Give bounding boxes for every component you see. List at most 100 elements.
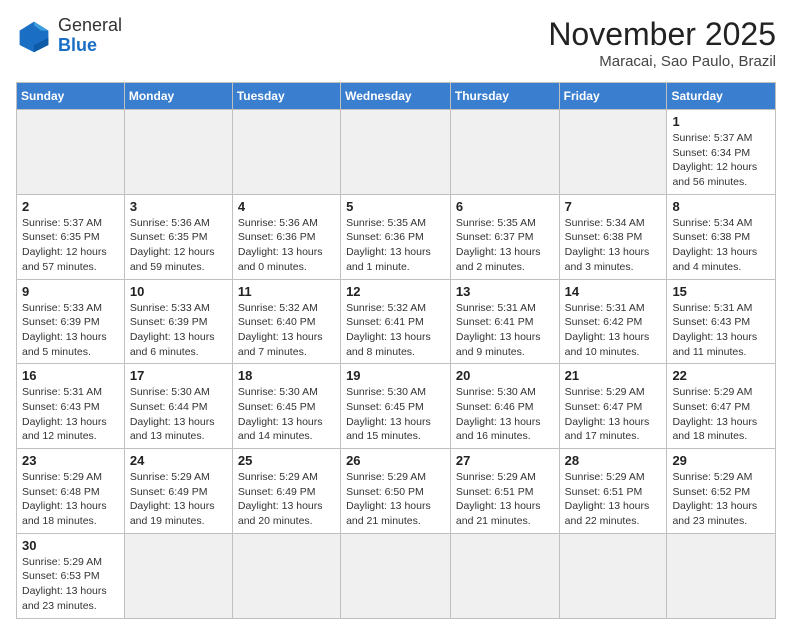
calendar-cell: 20 Sunrise: 5:30 AM Sunset: 6:46 PM Dayli… [450, 364, 559, 449]
day-number: 17 [130, 368, 227, 383]
day-number: 14 [565, 284, 662, 299]
calendar-cell: 11Sunrise: 5:32 AM Sunset: 6:40 PM Dayli… [232, 279, 340, 364]
day-info: Sunrise: 5:37 AM Sunset: 6:35 PM Dayligh… [22, 216, 119, 275]
weekday-header-friday: Friday [559, 83, 667, 110]
calendar-cell: 17 Sunrise: 5:30 AM Sunset: 6:44 PM Dayli… [124, 364, 232, 449]
day-info: Sunrise: 5:33 AM Sunset: 6:39 PM Dayligh… [22, 301, 119, 360]
logo: General Blue [16, 16, 122, 56]
calendar-cell [559, 533, 667, 618]
header: General Blue November 2025 Maracai, Sao … [16, 16, 776, 70]
day-number: 8 [672, 199, 770, 214]
day-info: Sunrise: 5:34 AM Sunset: 6:38 PM Dayligh… [672, 216, 770, 275]
day-number: 18 [238, 368, 335, 383]
calendar-cell: 4 Sunrise: 5:36 AM Sunset: 6:36 PM Daylig… [232, 194, 340, 279]
calendar-cell: 26 Sunrise: 5:29 AM Sunset: 6:50 PM Dayli… [341, 449, 451, 534]
calendar-cell: 30 Sunrise: 5:29 AM Sunset: 6:53 PM Dayli… [17, 533, 125, 618]
month-title: November 2025 [548, 16, 776, 53]
calendar-cell: 16 Sunrise: 5:31 AM Sunset: 6:43 PM Dayli… [17, 364, 125, 449]
day-info: Sunrise: 5:37 AM Sunset: 6:34 PM Dayligh… [672, 131, 770, 190]
calendar-cell: 7Sunrise: 5:34 AM Sunset: 6:38 PM Daylig… [559, 194, 667, 279]
calendar-cell [450, 110, 559, 195]
day-number: 19 [346, 368, 445, 383]
calendar-cell: 24 Sunrise: 5:29 AM Sunset: 6:49 PM Dayli… [124, 449, 232, 534]
calendar-cell: 18 Sunrise: 5:30 AM Sunset: 6:45 PM Dayli… [232, 364, 340, 449]
weekday-header-tuesday: Tuesday [232, 83, 340, 110]
day-info: Sunrise: 5:29 AM Sunset: 6:47 PM Dayligh… [565, 385, 662, 444]
day-number: 28 [565, 453, 662, 468]
calendar-week-row: 30 Sunrise: 5:29 AM Sunset: 6:53 PM Dayli… [17, 533, 776, 618]
weekday-header-monday: Monday [124, 83, 232, 110]
day-info: Sunrise: 5:29 AM Sunset: 6:53 PM Dayligh… [22, 555, 119, 614]
calendar-cell [232, 110, 340, 195]
day-info: Sunrise: 5:30 AM Sunset: 6:46 PM Dayligh… [456, 385, 554, 444]
day-info: Sunrise: 5:33 AM Sunset: 6:39 PM Dayligh… [130, 301, 227, 360]
day-number: 9 [22, 284, 119, 299]
calendar-cell: 21Sunrise: 5:29 AM Sunset: 6:47 PM Dayli… [559, 364, 667, 449]
day-number: 6 [456, 199, 554, 214]
calendar-cell: 9 Sunrise: 5:33 AM Sunset: 6:39 PM Daylig… [17, 279, 125, 364]
calendar-cell [17, 110, 125, 195]
day-info: Sunrise: 5:29 AM Sunset: 6:51 PM Dayligh… [565, 470, 662, 529]
day-number: 30 [22, 538, 119, 553]
day-info: Sunrise: 5:31 AM Sunset: 6:43 PM Dayligh… [22, 385, 119, 444]
calendar-cell [232, 533, 340, 618]
day-number: 22 [672, 368, 770, 383]
calendar-week-row: 16 Sunrise: 5:31 AM Sunset: 6:43 PM Dayli… [17, 364, 776, 449]
calendar-cell: 6 Sunrise: 5:35 AM Sunset: 6:37 PM Daylig… [450, 194, 559, 279]
calendar-cell [124, 110, 232, 195]
day-info: Sunrise: 5:36 AM Sunset: 6:35 PM Dayligh… [130, 216, 227, 275]
logo-blue-text: Blue [58, 35, 97, 55]
calendar-cell: 23Sunrise: 5:29 AM Sunset: 6:48 PM Dayli… [17, 449, 125, 534]
day-info: Sunrise: 5:30 AM Sunset: 6:44 PM Dayligh… [130, 385, 227, 444]
day-info: Sunrise: 5:35 AM Sunset: 6:36 PM Dayligh… [346, 216, 445, 275]
day-number: 25 [238, 453, 335, 468]
generalblue-logo-icon [16, 18, 52, 54]
calendar-cell [341, 110, 451, 195]
day-number: 23 [22, 453, 119, 468]
day-number: 15 [672, 284, 770, 299]
calendar-cell: 1 Sunrise: 5:37 AM Sunset: 6:34 PM Daylig… [667, 110, 776, 195]
day-info: Sunrise: 5:29 AM Sunset: 6:50 PM Dayligh… [346, 470, 445, 529]
calendar-cell: 12Sunrise: 5:32 AM Sunset: 6:41 PM Dayli… [341, 279, 451, 364]
calendar-cell: 8 Sunrise: 5:34 AM Sunset: 6:38 PM Daylig… [667, 194, 776, 279]
logo-text: General Blue [58, 16, 122, 56]
logo-general-text: General [58, 15, 122, 35]
day-number: 5 [346, 199, 445, 214]
day-number: 24 [130, 453, 227, 468]
weekday-header-saturday: Saturday [667, 83, 776, 110]
calendar-cell: 5 Sunrise: 5:35 AM Sunset: 6:36 PM Daylig… [341, 194, 451, 279]
calendar-week-row: 1 Sunrise: 5:37 AM Sunset: 6:34 PM Daylig… [17, 110, 776, 195]
calendar-week-row: 23Sunrise: 5:29 AM Sunset: 6:48 PM Dayli… [17, 449, 776, 534]
day-info: Sunrise: 5:35 AM Sunset: 6:37 PM Dayligh… [456, 216, 554, 275]
day-number: 13 [456, 284, 554, 299]
calendar-cell: 14Sunrise: 5:31 AM Sunset: 6:42 PM Dayli… [559, 279, 667, 364]
day-info: Sunrise: 5:36 AM Sunset: 6:36 PM Dayligh… [238, 216, 335, 275]
calendar-week-row: 2Sunrise: 5:37 AM Sunset: 6:35 PM Daylig… [17, 194, 776, 279]
day-info: Sunrise: 5:30 AM Sunset: 6:45 PM Dayligh… [238, 385, 335, 444]
day-info: Sunrise: 5:29 AM Sunset: 6:47 PM Dayligh… [672, 385, 770, 444]
day-info: Sunrise: 5:29 AM Sunset: 6:51 PM Dayligh… [456, 470, 554, 529]
calendar-cell: 29Sunrise: 5:29 AM Sunset: 6:52 PM Dayli… [667, 449, 776, 534]
calendar-cell: 2Sunrise: 5:37 AM Sunset: 6:35 PM Daylig… [17, 194, 125, 279]
day-number: 16 [22, 368, 119, 383]
day-info: Sunrise: 5:29 AM Sunset: 6:49 PM Dayligh… [130, 470, 227, 529]
day-number: 4 [238, 199, 335, 214]
day-number: 3 [130, 199, 227, 214]
day-number: 20 [456, 368, 554, 383]
day-info: Sunrise: 5:29 AM Sunset: 6:52 PM Dayligh… [672, 470, 770, 529]
calendar-cell [559, 110, 667, 195]
day-number: 1 [672, 114, 770, 129]
calendar-cell [667, 533, 776, 618]
weekday-header-row: SundayMondayTuesdayWednesdayThursdayFrid… [17, 83, 776, 110]
day-number: 27 [456, 453, 554, 468]
calendar-cell: 27 Sunrise: 5:29 AM Sunset: 6:51 PM Dayli… [450, 449, 559, 534]
day-info: Sunrise: 5:31 AM Sunset: 6:43 PM Dayligh… [672, 301, 770, 360]
calendar-cell: 13Sunrise: 5:31 AM Sunset: 6:41 PM Dayli… [450, 279, 559, 364]
calendar-cell: 15 Sunrise: 5:31 AM Sunset: 6:43 PM Dayli… [667, 279, 776, 364]
calendar-cell: 22 Sunrise: 5:29 AM Sunset: 6:47 PM Dayli… [667, 364, 776, 449]
day-info: Sunrise: 5:32 AM Sunset: 6:40 PM Dayligh… [238, 301, 335, 360]
calendar-table: SundayMondayTuesdayWednesdayThursdayFrid… [16, 82, 776, 619]
day-number: 26 [346, 453, 445, 468]
day-number: 10 [130, 284, 227, 299]
day-number: 12 [346, 284, 445, 299]
